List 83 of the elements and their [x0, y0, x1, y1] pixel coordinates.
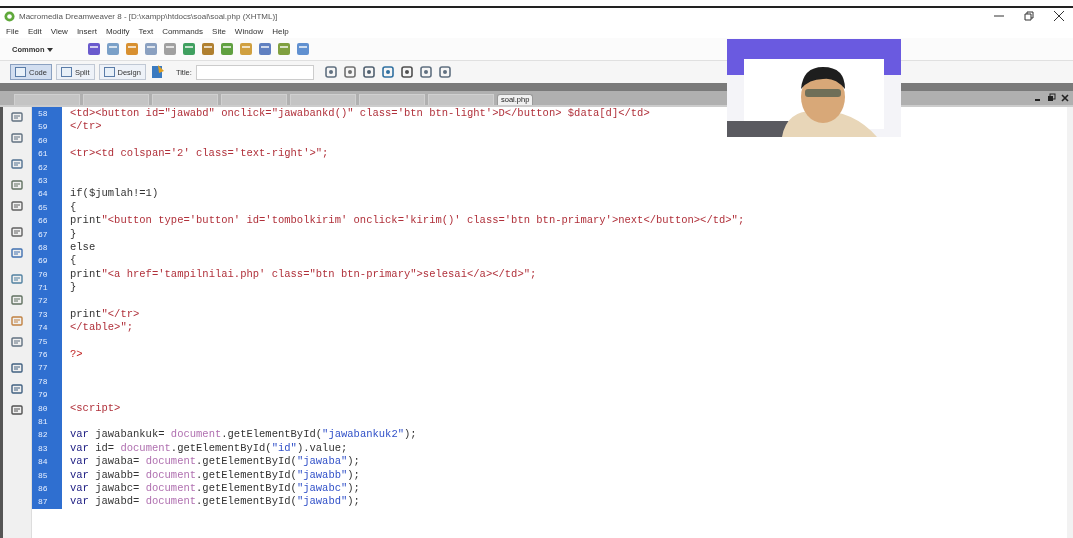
menu-item[interactable]: Window — [234, 26, 264, 36]
coding-tool-icon[interactable] — [11, 404, 23, 416]
code-line: </tr> — [70, 120, 102, 134]
view-icon — [103, 67, 115, 77]
line-number: 58 — [32, 107, 62, 121]
menu-item[interactable]: Site — [212, 26, 226, 36]
toolbar-icon[interactable] — [86, 42, 101, 56]
coding-tool-icon[interactable] — [11, 111, 23, 123]
code-line: var jawaba= document.getElementById("jawaba"); — [70, 455, 360, 469]
coding-tool-icon[interactable] — [11, 200, 23, 212]
code-line: <tr><td colspan='2' class='text-right'>"; — [70, 147, 329, 161]
menu-item[interactable]: File — [6, 26, 19, 36]
code-line: } — [70, 281, 77, 295]
line-number: 72 — [32, 294, 62, 308]
code-line: var jawabb= document.getElementById("jawabb"); — [70, 468, 360, 482]
menu-item[interactable]: View — [50, 26, 68, 36]
toolbar-icon[interactable] — [323, 65, 338, 79]
coding-tool-icon[interactable] — [11, 132, 23, 144]
title-field[interactable] — [195, 64, 314, 80]
view-icon — [60, 67, 72, 77]
coding-tool-icon[interactable] — [11, 315, 23, 327]
line-number: 87 — [32, 495, 62, 509]
code-line: } — [70, 227, 77, 241]
view-icon — [15, 67, 26, 77]
code-line: print"<a href='tampilnilai.php' class="btn btn-primary">selesai</a></td>"; — [70, 267, 537, 282]
restore-icon[interactable] — [1023, 10, 1035, 22]
toolbar-icon[interactable] — [342, 65, 357, 79]
menu-item[interactable]: Help — [272, 26, 289, 36]
code-line: <script> — [70, 401, 121, 415]
line-number: 82 — [32, 428, 62, 442]
toolbar-icon[interactable] — [200, 42, 215, 56]
coding-tool-icon[interactable] — [11, 247, 23, 259]
coding-tool-icon[interactable] — [11, 383, 23, 395]
menu-item[interactable]: Text — [138, 26, 154, 36]
code-line: ?> — [70, 348, 83, 362]
line-number: 77 — [32, 361, 62, 375]
caret-icon — [46, 47, 53, 52]
close-icon[interactable] — [1053, 10, 1065, 22]
code-line: var jawabankuk= document.getElementById("jawabankuk2"); — [70, 428, 417, 442]
file-management-icon[interactable] — [149, 64, 166, 80]
menu-item[interactable]: Edit — [27, 26, 42, 36]
line-number: 66 — [32, 214, 62, 228]
coding-tool-icon[interactable] — [11, 362, 23, 374]
line-number: 69 — [32, 254, 62, 268]
code-line: { — [70, 254, 77, 268]
window-title: Macromedia Dreamweaver 8 - [D:\xampp\htdocs\soal\soal.php (XHTML)] — [19, 11, 278, 21]
line-number: 71 — [32, 281, 62, 295]
code-line: </table>"; — [70, 321, 133, 335]
toolbar-icon[interactable] — [399, 65, 414, 79]
code-line: print"<button type='button' id='tombolkirim' onclick='kirim()' class='btn btn-primary'>next</button></td>"; — [70, 214, 745, 228]
code-line: var jawabc= document.getElementById("jawabc"); — [70, 481, 360, 496]
close-icon[interactable] — [1061, 93, 1069, 102]
coding-tool-icon[interactable] — [11, 336, 23, 348]
coding-tool-icon[interactable] — [11, 158, 23, 170]
menu-item[interactable]: Insert — [76, 26, 97, 36]
menu-item[interactable]: Commands — [162, 26, 204, 36]
code-line: print"</tr> — [70, 307, 140, 322]
toolbar-icon[interactable] — [257, 42, 272, 56]
toolbar-icon[interactable] — [437, 65, 452, 79]
code-line: { — [70, 200, 77, 215]
line-number: 61 — [32, 147, 62, 161]
toolbar-icon[interactable] — [181, 42, 196, 56]
code-line: var jawabd= document.getElementById("jawabd"); — [70, 495, 360, 509]
coding-tool-icon[interactable] — [11, 294, 23, 306]
line-number: 76 — [32, 348, 62, 362]
toolbar-icon[interactable] — [418, 65, 433, 79]
toolbar-icon[interactable] — [295, 42, 310, 56]
line-number: 79 — [32, 388, 62, 402]
toolbar-icon[interactable] — [361, 65, 376, 79]
line-number: 84 — [32, 455, 62, 469]
code-line: else — [70, 240, 96, 255]
coding-tool-icon[interactable] — [11, 273, 23, 285]
line-number: 59 — [32, 120, 62, 134]
restore-icon[interactable] — [1047, 93, 1056, 102]
coding-tool-icon[interactable] — [11, 226, 23, 238]
toolbar-icon[interactable] — [380, 65, 395, 79]
menu-item[interactable]: Modify — [105, 26, 130, 36]
code-line: var id= document.getElementById("id").value; — [70, 441, 348, 456]
code-line: <td><button id="jawabd" onclick="jawabankd()" class='btn btn-light'>D</button> $data[d]</td> — [70, 107, 650, 121]
line-number: 64 — [32, 187, 62, 201]
line-number: 74 — [32, 321, 62, 335]
coding-tool-icon[interactable] — [11, 179, 23, 191]
code-line: if($jumlah!=1) — [70, 187, 159, 201]
